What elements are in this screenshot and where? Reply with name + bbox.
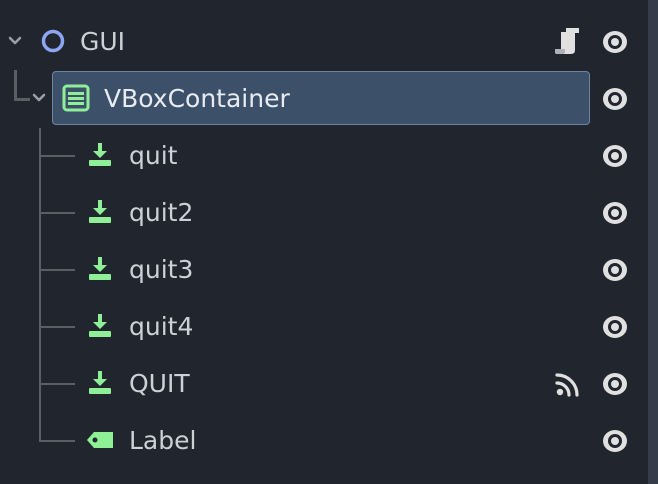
button-node-icon <box>83 138 117 172</box>
panel-edge <box>648 0 658 484</box>
button-node-icon <box>83 195 117 229</box>
tree-row-vboxcontainer[interactable]: VBoxContainer <box>0 70 648 127</box>
label-node-icon <box>83 423 117 457</box>
tree-item-label: Label <box>129 426 197 455</box>
chevron-down-icon[interactable] <box>6 32 24 50</box>
tree-row-quit2[interactable]: quit2 <box>0 184 648 241</box>
eye-icon[interactable] <box>600 369 630 399</box>
eye-icon[interactable] <box>600 27 630 57</box>
vbox-container-icon <box>59 81 93 115</box>
button-node-icon <box>83 252 117 286</box>
tree-item-label: quit3 <box>129 255 194 284</box>
tree-item-label: quit4 <box>129 312 194 341</box>
button-node-icon <box>83 309 117 343</box>
eye-icon[interactable] <box>600 426 630 456</box>
eye-icon[interactable] <box>600 255 630 285</box>
tree-item-label: quit <box>129 141 178 170</box>
tree-row-quit[interactable]: quit <box>0 127 648 184</box>
eye-icon[interactable] <box>600 312 630 342</box>
chevron-down-icon[interactable] <box>30 89 48 107</box>
eye-icon[interactable] <box>600 198 630 228</box>
tree-row-gui[interactable]: GUI <box>0 13 648 70</box>
tree-row-quit3[interactable]: quit3 <box>0 241 648 298</box>
tree-item-label: QUIT <box>129 369 190 398</box>
tree-item-label: quit2 <box>129 198 194 227</box>
circle-control-icon <box>36 24 70 58</box>
button-node-icon <box>83 366 117 400</box>
tree-row-label[interactable]: Label <box>0 412 648 469</box>
scene-tree-panel: GUI VBoxContainer quit quit2 quit3 quit4… <box>0 0 648 484</box>
script-icon[interactable] <box>552 25 584 57</box>
eye-icon[interactable] <box>600 141 630 171</box>
tree-row-quit-upper[interactable]: QUIT <box>0 355 648 412</box>
signal-icon[interactable] <box>552 368 584 400</box>
tree-item-label: VBoxContainer <box>104 84 290 113</box>
tree-item-label: GUI <box>80 27 126 56</box>
eye-icon[interactable] <box>600 84 630 114</box>
tree-row-quit4[interactable]: quit4 <box>0 298 648 355</box>
